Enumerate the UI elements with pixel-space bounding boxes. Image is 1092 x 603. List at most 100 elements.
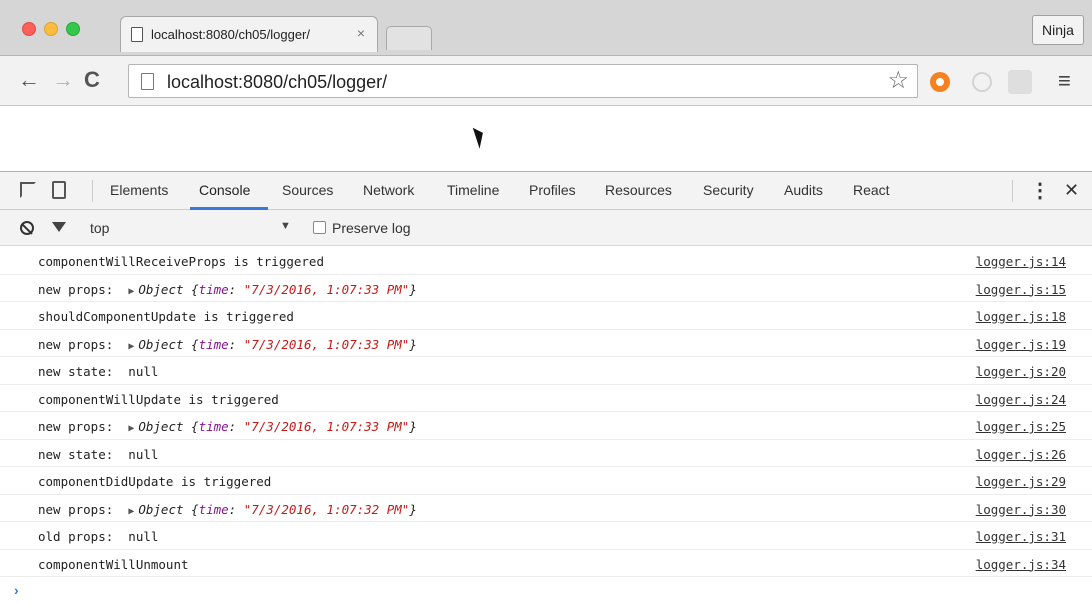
object-key: time	[198, 281, 229, 297]
tab-console[interactable]: Console	[199, 182, 250, 198]
console-message: new state: null	[38, 446, 159, 462]
console-message: componentWillReceiveProps is triggered	[38, 254, 324, 269]
source-link[interactable]: logger.js:26	[976, 447, 1066, 462]
tab-security[interactable]: Security	[703, 182, 754, 198]
more-options-icon[interactable]: ⋮	[1030, 178, 1050, 203]
object-value: "7/3/2016, 1:07:33 PM"	[243, 281, 410, 297]
object-brace: {	[183, 501, 199, 517]
console-message: new props: ▶ Object {time: "7/3/2016, 1:0…	[38, 502, 417, 517]
console-filter-bar: top ▼ Preserve log	[0, 210, 1092, 246]
source-link[interactable]: logger.js:24	[976, 392, 1066, 407]
tab-sources[interactable]: Sources	[282, 182, 333, 198]
object-colon: :	[228, 419, 244, 434]
source-link[interactable]: logger.js:25	[976, 419, 1066, 434]
object-colon: :	[228, 281, 244, 297]
console-message-row: componentWillUnmount logger.js:34	[0, 550, 1092, 577]
console-prompt-icon[interactable]: ›	[14, 582, 19, 598]
object-value: "7/3/2016, 1:07:33 PM"	[243, 419, 410, 434]
extension-react-icon[interactable]	[1008, 70, 1032, 94]
object-type[interactable]: Object	[138, 419, 183, 434]
object-type[interactable]: Object	[138, 337, 183, 352]
console-message-row: componentWillUpdate is triggered logger.j…	[0, 385, 1092, 412]
preserve-log-label: Preserve log	[332, 220, 411, 236]
object-type[interactable]: Object	[138, 502, 183, 517]
close-window-button[interactable]	[22, 22, 36, 36]
minimize-window-button[interactable]	[44, 22, 58, 36]
object-colon: :	[228, 336, 244, 352]
zoom-window-button[interactable]	[66, 22, 80, 36]
object-key: time	[198, 336, 229, 352]
source-link[interactable]: logger.js:31	[976, 529, 1066, 544]
source-link[interactable]: logger.js:34	[976, 557, 1066, 572]
console-message: new props: ▶ Object {time: "7/3/2016, 1:0…	[38, 282, 417, 297]
console-message-row: new props: ▶ Object {time: "7/3/2016, 1:0…	[0, 412, 1092, 440]
console-message-row: new props: ▶ Object {time: "7/3/2016, 1:0…	[0, 330, 1092, 357]
context-select[interactable]: top	[90, 220, 109, 236]
mouse-cursor-icon	[472, 125, 488, 149]
console-message: old props: null	[38, 529, 159, 544]
object-brace: {	[183, 281, 199, 297]
tab-profiles[interactable]: Profiles	[529, 182, 576, 198]
console-output: componentWillReceiveProps is triggered lo…	[0, 247, 1092, 603]
clear-console-icon[interactable]	[20, 221, 34, 235]
source-link[interactable]: logger.js:19	[976, 337, 1066, 352]
console-message-row: old props: null logger.js:31	[0, 522, 1092, 550]
console-message: componentWillUpdate is triggered	[38, 391, 279, 407]
profile-button[interactable]: Ninja	[1032, 15, 1084, 45]
console-message-row: new state: null logger.js:26	[0, 440, 1092, 467]
object-value: "7/3/2016, 1:07:32 PM"	[243, 501, 410, 517]
console-message: componentWillUnmount	[38, 556, 189, 572]
tab-timeline[interactable]: Timeline	[447, 182, 499, 198]
source-link[interactable]: logger.js:14	[976, 254, 1066, 269]
object-brace: }	[409, 419, 417, 434]
address-bar[interactable]: localhost:8080/ch05/logger/ ☆	[128, 64, 918, 98]
filter-icon[interactable]	[52, 222, 66, 232]
tab-react[interactable]: React	[853, 182, 890, 198]
tab-audits[interactable]: Audits	[784, 182, 823, 198]
browser-tab-strip: localhost:8080/ch05/logger/ × Ninja	[0, 0, 1092, 56]
divider	[92, 180, 93, 202]
close-devtools-icon[interactable]: ✕	[1064, 180, 1079, 201]
console-message-row: new props: ▶ Object {time: "7/3/2016, 1:0…	[0, 275, 1092, 302]
url-text[interactable]: localhost:8080/ch05/logger/	[167, 72, 387, 93]
console-message-row: componentDidUpdate is triggered logger.js…	[0, 467, 1092, 495]
extension-refresh-icon[interactable]	[972, 72, 992, 92]
expand-triangle-icon[interactable]: ▶	[128, 286, 134, 297]
browser-menu-icon[interactable]: ≡	[1058, 70, 1071, 92]
object-brace: }	[409, 281, 417, 297]
tab-close-icon[interactable]: ×	[357, 25, 365, 41]
object-key: time	[198, 419, 229, 434]
source-link[interactable]: logger.js:30	[976, 502, 1066, 517]
back-arrow-icon[interactable]: ←	[18, 68, 40, 92]
page-icon	[141, 73, 154, 90]
preserve-log-checkbox[interactable]	[313, 221, 326, 234]
device-mode-icon[interactable]	[52, 181, 66, 199]
source-link[interactable]: logger.js:20	[976, 364, 1066, 379]
console-message-row: new state: null logger.js:20	[0, 357, 1092, 385]
inspect-element-icon[interactable]	[20, 182, 36, 198]
object-value: "7/3/2016, 1:07:33 PM"	[243, 336, 410, 352]
tab-title: localhost:8080/ch05/logger/	[151, 27, 311, 42]
object-type[interactable]: Object	[138, 282, 183, 297]
page-viewport	[0, 106, 1092, 172]
new-tab-button[interactable]	[386, 26, 432, 50]
console-message: new props: ▶ Object {time: "7/3/2016, 1:0…	[38, 337, 417, 352]
object-brace: }	[409, 336, 417, 352]
bookmark-star-icon[interactable]: ☆	[887, 67, 909, 95]
reload-icon[interactable]: C	[84, 68, 100, 92]
tab-network[interactable]: Network	[363, 182, 414, 198]
tab-resources[interactable]: Resources	[605, 182, 672, 198]
message-prefix: new props:	[38, 501, 129, 517]
source-link[interactable]: logger.js:18	[976, 309, 1066, 324]
source-link[interactable]: logger.js:15	[976, 282, 1066, 297]
extension-orange-icon[interactable]	[930, 72, 950, 92]
expand-triangle-icon[interactable]: ▶	[128, 423, 134, 434]
message-prefix: new props:	[38, 281, 129, 297]
forward-arrow-icon[interactable]: →	[52, 68, 74, 92]
expand-triangle-icon[interactable]: ▶	[128, 506, 134, 517]
tab-elements[interactable]: Elements	[110, 182, 168, 198]
expand-triangle-icon[interactable]: ▶	[128, 341, 134, 352]
browser-tab-active[interactable]: localhost:8080/ch05/logger/ ×	[120, 16, 378, 52]
chevron-down-icon[interactable]: ▼	[280, 220, 291, 232]
source-link[interactable]: logger.js:29	[976, 474, 1066, 489]
